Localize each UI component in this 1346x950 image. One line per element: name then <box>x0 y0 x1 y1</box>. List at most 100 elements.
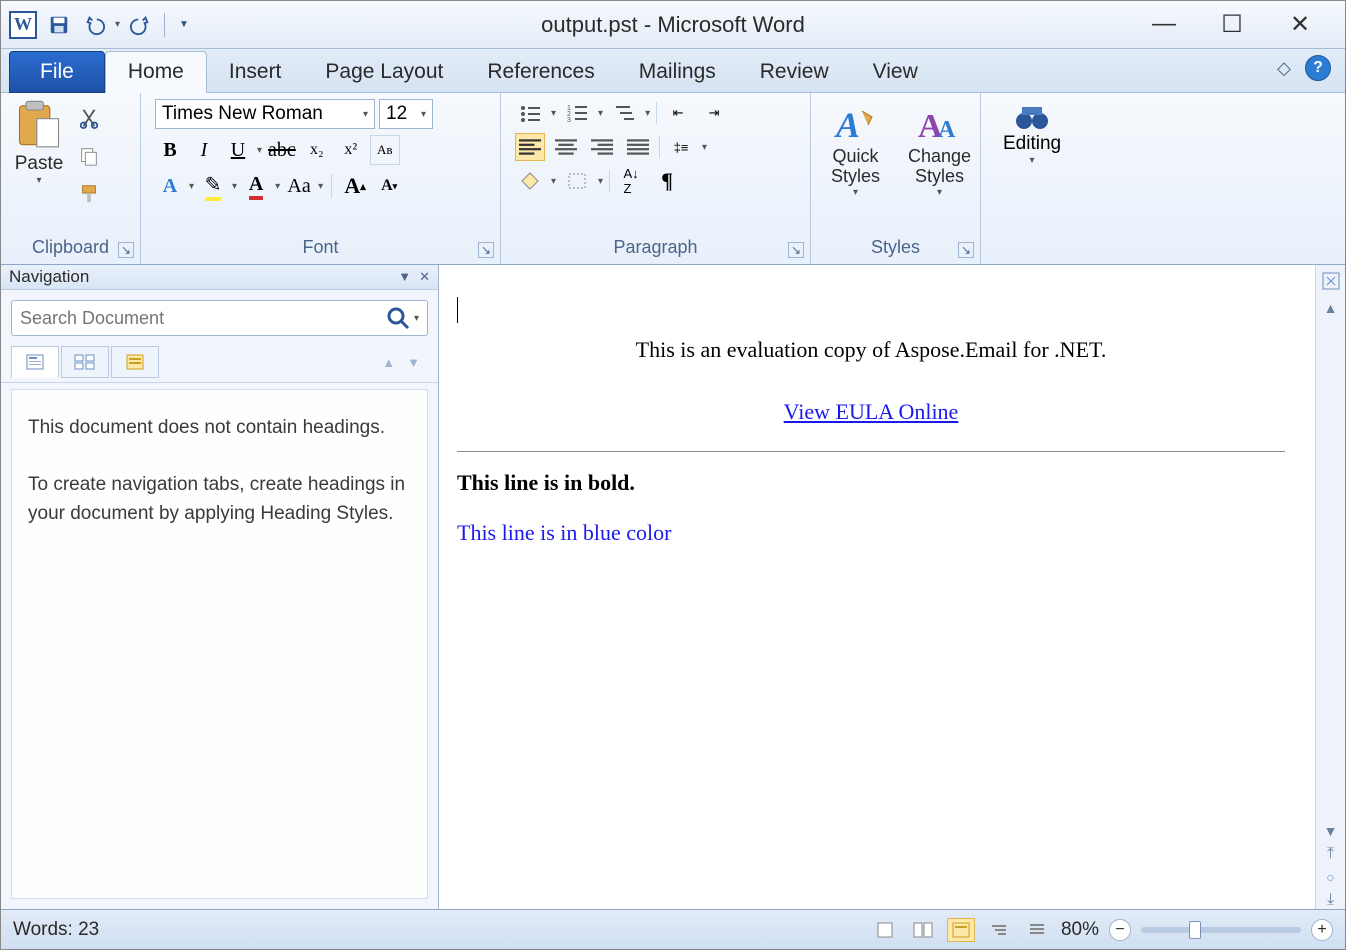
view-full-screen[interactable] <box>909 918 937 942</box>
zoom-in-button[interactable]: + <box>1311 919 1333 941</box>
font-name-combo[interactable]: Times New Roman▾ <box>155 99 375 129</box>
prev-page[interactable]: ⤒ <box>1327 845 1334 863</box>
bold-button[interactable]: B <box>155 135 185 165</box>
format-painter-button[interactable] <box>75 181 103 207</box>
line-spacing-button[interactable]: ‡≡ <box>666 133 696 161</box>
nav-search-dropdown[interactable]: ▾ <box>414 313 419 324</box>
tab-page-layout[interactable]: Page Layout <box>303 52 465 92</box>
copy-button[interactable] <box>75 143 103 169</box>
font-launcher[interactable]: ↘ <box>478 242 494 258</box>
bullets-dropdown[interactable]: ▾ <box>551 108 556 119</box>
tab-mailings[interactable]: Mailings <box>617 52 738 92</box>
subscript-button[interactable]: x₂ <box>302 135 332 165</box>
word-count[interactable]: Words: 23 <box>13 919 99 941</box>
grow-font-button[interactable]: A▴ <box>340 171 370 201</box>
line-spacing-dropdown[interactable]: ▾ <box>702 142 707 153</box>
highlight-dropdown[interactable]: ▾ <box>232 181 237 192</box>
object-browse-icon[interactable] <box>1321 271 1341 294</box>
quick-styles-button[interactable]: A Quick Styles▾ <box>817 97 894 233</box>
text-effects-dropdown[interactable]: ▾ <box>189 181 194 192</box>
show-marks-button[interactable]: ¶ <box>652 167 682 195</box>
tab-insert[interactable]: Insert <box>207 52 304 92</box>
multilevel-list-button[interactable] <box>609 99 639 127</box>
nav-tab-results[interactable] <box>111 346 159 378</box>
word-app-icon[interactable]: W <box>7 9 39 41</box>
paste-icon[interactable] <box>13 97 65 149</box>
document-page[interactable]: This is an evaluation copy of Aspose.Ema… <box>439 265 1315 909</box>
editing-button[interactable]: Editing ▾ <box>987 97 1077 233</box>
align-center-button[interactable] <box>551 133 581 161</box>
shading-button[interactable] <box>515 167 545 195</box>
clear-formatting-button[interactable]: Aʙ <box>370 135 400 165</box>
align-left-button[interactable] <box>515 133 545 161</box>
minimize-button[interactable]: — <box>1149 10 1179 39</box>
text-effects-button[interactable]: A <box>155 171 185 201</box>
decrease-indent-button[interactable]: ⇤ <box>663 99 693 127</box>
scroll-down[interactable]: ▼ <box>1324 823 1338 839</box>
tab-references[interactable]: References <box>465 52 616 92</box>
italic-button[interactable]: I <box>189 135 219 165</box>
paragraph-launcher[interactable]: ↘ <box>788 242 804 258</box>
nav-search-input[interactable] <box>20 308 386 329</box>
change-styles-button[interactable]: AA Change Styles▾ <box>894 97 985 233</box>
doc-eula-link[interactable]: View EULA Online <box>784 399 959 424</box>
paste-label[interactable]: Paste <box>15 153 64 175</box>
align-justify-button[interactable] <box>623 133 653 161</box>
view-web-layout[interactable] <box>947 918 975 942</box>
underline-button[interactable]: U <box>223 135 253 165</box>
strikethrough-button[interactable]: abc <box>266 135 298 165</box>
multilevel-dropdown[interactable]: ▾ <box>645 108 650 119</box>
increase-indent-button[interactable]: ⇥ <box>699 99 729 127</box>
nav-next[interactable]: ▼ <box>407 355 420 370</box>
borders-button[interactable] <box>562 167 592 195</box>
font-size-combo[interactable]: 12▾ <box>379 99 433 129</box>
zoom-percent[interactable]: 80% <box>1061 919 1099 941</box>
view-print-layout[interactable] <box>871 918 899 942</box>
tab-home[interactable]: Home <box>105 51 207 93</box>
view-outline[interactable] <box>985 918 1013 942</box>
redo-button[interactable] <box>124 9 156 41</box>
undo-dropdown[interactable]: ▾ <box>115 19 120 30</box>
select-browse-object[interactable]: ○ <box>1326 869 1334 885</box>
bullets-button[interactable] <box>515 99 545 127</box>
change-case-button[interactable]: Aa <box>284 171 314 201</box>
cut-button[interactable] <box>75 105 103 131</box>
view-draft[interactable] <box>1023 918 1051 942</box>
nav-tab-headings[interactable] <box>11 346 59 378</box>
help-icon[interactable]: ? <box>1305 55 1331 81</box>
font-color-button[interactable]: A <box>241 171 271 201</box>
numbering-button[interactable]: 123 <box>562 99 592 127</box>
zoom-thumb[interactable] <box>1189 921 1201 939</box>
align-right-button[interactable] <box>587 133 617 161</box>
shading-dropdown[interactable]: ▾ <box>551 176 556 187</box>
superscript-button[interactable]: x² <box>336 135 366 165</box>
maximize-button[interactable]: ☐ <box>1217 10 1247 39</box>
nav-prev[interactable]: ▲ <box>382 355 395 370</box>
search-icon[interactable] <box>386 306 410 330</box>
paste-dropdown[interactable]: ▾ <box>36 175 41 186</box>
scroll-up[interactable]: ▲ <box>1324 300 1338 316</box>
minimize-ribbon-icon[interactable]: ◇ <box>1277 58 1291 79</box>
styles-launcher[interactable]: ↘ <box>958 242 974 258</box>
underline-dropdown[interactable]: ▾ <box>257 145 262 156</box>
clipboard-launcher[interactable]: ↘ <box>118 242 134 258</box>
font-color-dropdown[interactable]: ▾ <box>275 181 280 192</box>
tab-review[interactable]: Review <box>738 52 851 92</box>
nav-search[interactable]: ▾ <box>11 300 428 336</box>
tab-file[interactable]: File <box>9 51 105 93</box>
nav-pane-close[interactable]: ✕ <box>419 269 430 285</box>
qat-customize[interactable]: ▼ <box>173 19 195 30</box>
close-button[interactable]: ✕ <box>1285 10 1315 39</box>
borders-dropdown[interactable]: ▾ <box>598 176 603 187</box>
shrink-font-button[interactable]: A▾ <box>374 171 404 201</box>
zoom-out-button[interactable]: − <box>1109 919 1131 941</box>
undo-button[interactable] <box>79 9 111 41</box>
zoom-slider[interactable] <box>1141 927 1301 933</box>
next-page[interactable]: ⤓ <box>1327 891 1334 909</box>
nav-pane-menu[interactable]: ▼ <box>398 269 411 285</box>
numbering-dropdown[interactable]: ▾ <box>598 108 603 119</box>
highlight-button[interactable]: ✎ <box>198 171 228 201</box>
tab-view[interactable]: View <box>851 52 940 92</box>
nav-tab-pages[interactable] <box>61 346 109 378</box>
sort-button[interactable]: A↓Z <box>616 167 646 195</box>
